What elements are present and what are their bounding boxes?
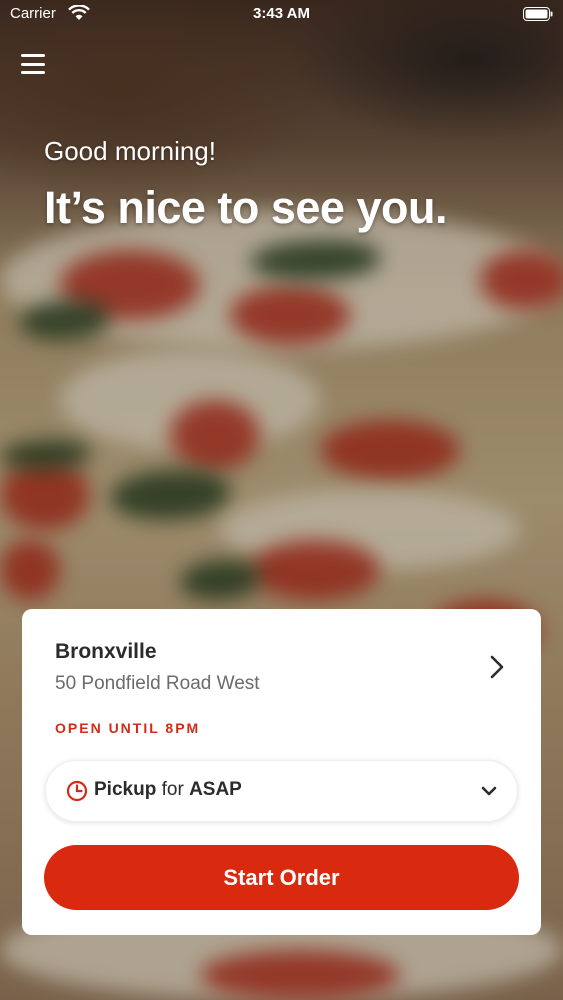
chevron-right-icon[interactable] <box>486 653 508 681</box>
hamburger-menu-icon[interactable] <box>20 52 46 76</box>
order-connector-text: for <box>161 779 184 800</box>
greeting-text: Good morning! <box>44 136 216 166</box>
location-card: Bronxville 50 Pondfield Road West OPEN U… <box>22 609 541 935</box>
open-status-badge: OPEN UNTIL 8PM <box>55 720 201 736</box>
clock-icon <box>66 780 88 802</box>
pickup-label: Pickup for ASAP <box>94 779 242 801</box>
location-address[interactable]: 50 Pondfield Road West <box>55 673 260 695</box>
chevron-down-icon <box>481 786 497 796</box>
headline-text: It’s nice to see you. <box>44 182 447 233</box>
start-order-button[interactable]: Start Order <box>44 845 519 910</box>
location-name[interactable]: Bronxville <box>55 640 157 664</box>
pickup-time-select[interactable]: Pickup for ASAP <box>45 760 518 822</box>
status-bar: Carrier 3:43 AM <box>0 0 563 30</box>
status-time: 3:43 AM <box>253 5 310 22</box>
order-time-text: ASAP <box>189 779 242 800</box>
order-mode-text: Pickup <box>94 779 157 800</box>
battery-icon <box>523 7 553 21</box>
